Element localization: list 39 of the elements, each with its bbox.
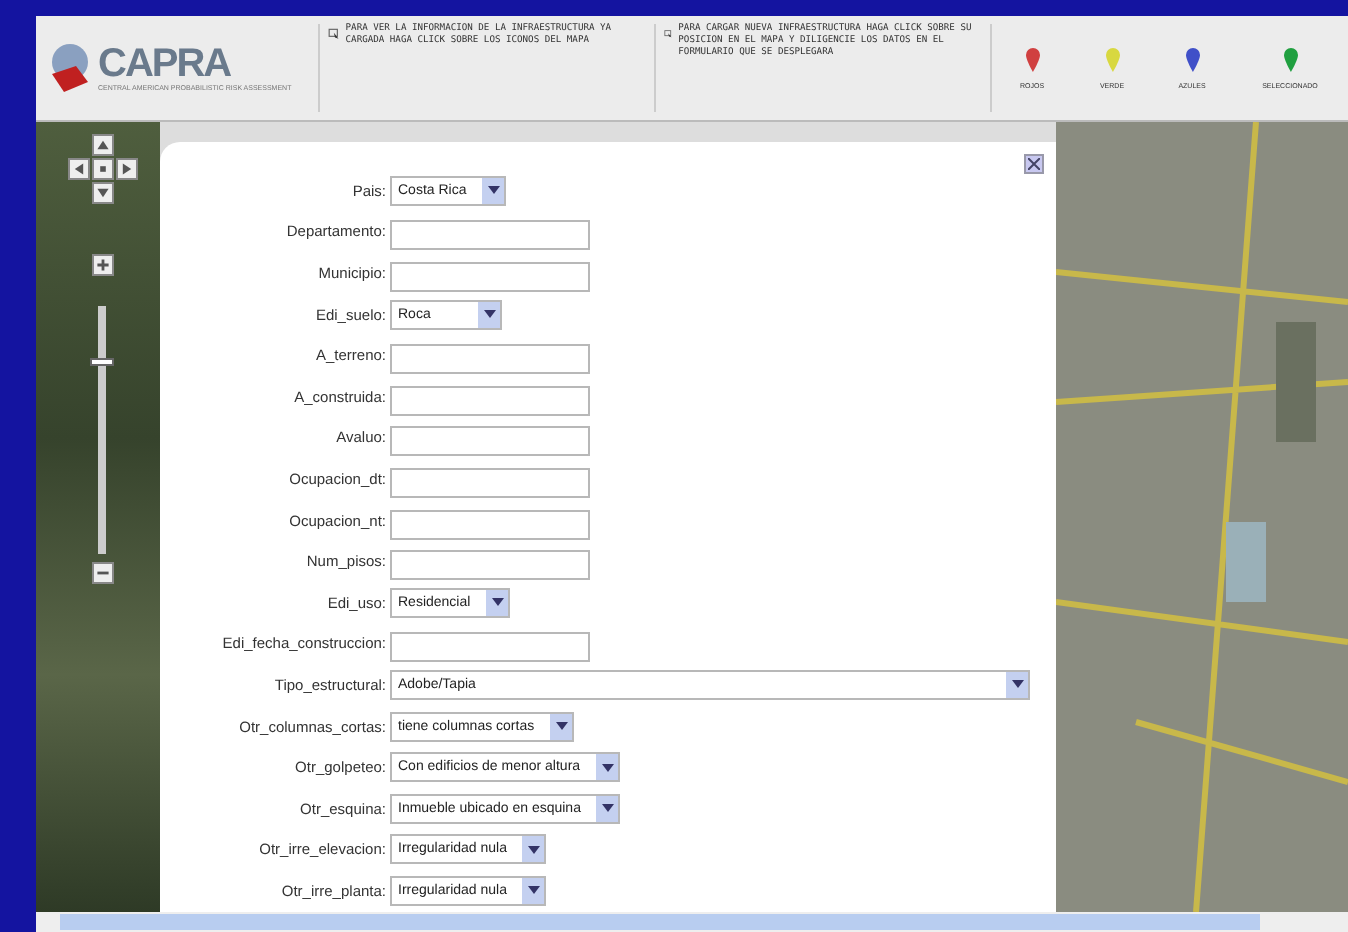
caret-icon [527,845,540,854]
text-field[interactable] [390,344,590,375]
text-field[interactable] [390,467,590,498]
logo-icon [48,42,92,94]
caret-icon [491,598,504,607]
caret-icon [483,310,495,319]
square-icon [96,162,110,176]
caret-icon [487,186,500,195]
text-field[interactable] [390,550,590,581]
caret-icon [1011,680,1023,689]
text-field[interactable] [390,632,590,663]
cursor-icon [327,24,340,44]
close-button[interactable] [1024,154,1044,174]
text-field[interactable] [390,220,590,251]
caret-icon [527,886,540,895]
right-arrow-icon [120,162,134,176]
pan-up-button[interactable] [92,134,114,156]
up-arrow-icon [96,138,110,152]
text-field[interactable] [390,509,590,540]
left-arrow-icon [72,162,86,176]
text-field[interactable] [390,426,590,457]
zoom-in-button[interactable] [92,254,114,276]
text-field[interactable] [390,385,590,416]
caret-icon [601,763,614,772]
pan-down-button[interactable] [92,182,114,204]
caret-icon [555,722,568,731]
logo-text: CAPRA [98,44,231,84]
pan-center-button[interactable] [92,158,114,180]
pan-right-button[interactable] [116,158,138,180]
zoom-slider-thumb[interactable] [90,358,114,367]
scrollbar[interactable] [36,912,1348,932]
plus-icon [96,258,110,272]
pan-left-button[interactable] [68,158,90,180]
down-arrow-icon [96,186,110,200]
zoom-out-button[interactable] [92,562,114,584]
minus-icon [96,566,110,580]
close-icon [1028,158,1040,170]
caret-icon [601,804,614,813]
text-field[interactable] [390,261,590,292]
